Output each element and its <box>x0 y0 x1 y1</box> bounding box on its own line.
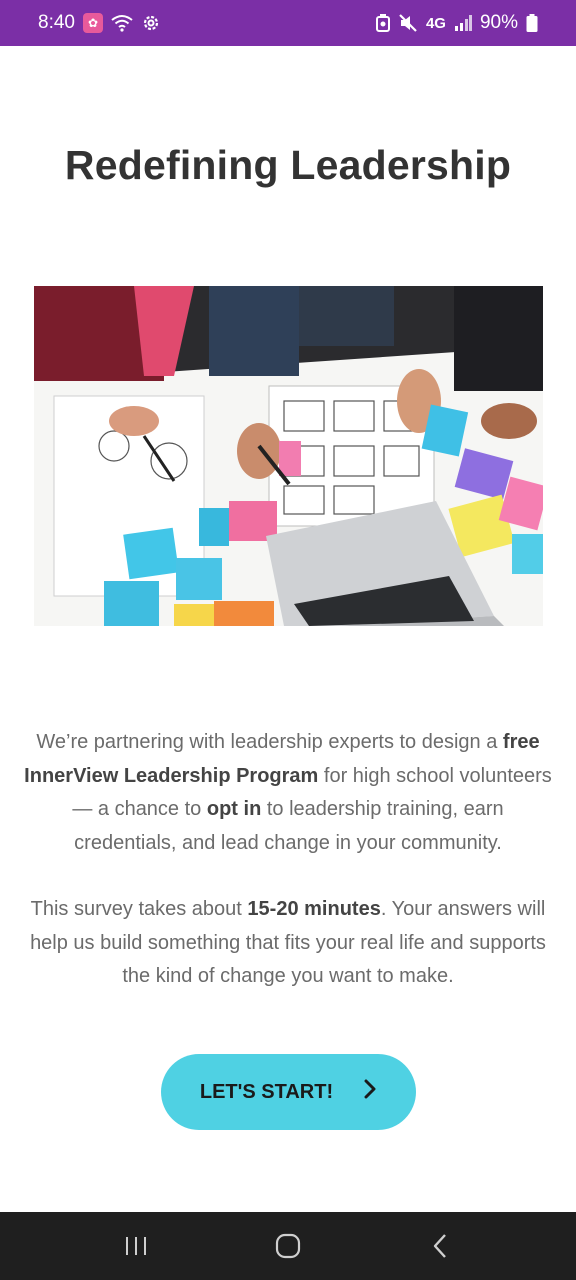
signal-icon <box>454 15 472 31</box>
battery-icon <box>526 14 538 32</box>
settings-gear-icon <box>141 13 161 33</box>
chevron-right-icon <box>363 1079 377 1105</box>
intro-paragraph-2: This survey takes about 15-20 minutes. Y… <box>30 898 546 987</box>
app-notification-icon: ✿ <box>82 13 103 33</box>
status-right: 4G 90% <box>375 12 538 34</box>
wifi-icon <box>111 14 133 32</box>
hero-image <box>34 286 543 626</box>
home-button[interactable] <box>258 1216 318 1276</box>
system-navigation-bar <box>0 1212 576 1280</box>
opt-in-text: opt in <box>206 798 262 820</box>
lets-start-button[interactable]: LET'S START! <box>161 1054 416 1130</box>
battery-percent: 90% <box>479 12 518 33</box>
status-left: 8:40 ✿ <box>38 12 161 34</box>
survey-intro-page: Redefining Leadership We’re partnering w… <box>0 46 576 1212</box>
network-type: 4G <box>425 14 446 32</box>
mute-icon <box>398 14 418 32</box>
duration-text: 15-20 minutes <box>247 898 381 920</box>
back-icon <box>433 1234 446 1258</box>
page-title: Redefining Leadership <box>64 142 512 188</box>
start-button-label: LET'S START! <box>199 1080 334 1103</box>
battery-saver-icon <box>375 14 390 32</box>
recent-apps-button[interactable] <box>106 1216 166 1276</box>
intro-paragraph-1: We’re partnering with leadership experts… <box>24 731 552 854</box>
status-time: 8:40 <box>38 12 75 33</box>
recent-apps-icon <box>126 1237 146 1255</box>
intro-text: We’re partnering with leadership experts… <box>24 726 552 994</box>
back-button[interactable] <box>410 1216 470 1276</box>
status-bar: 8:40 ✿ 4G 90% <box>0 0 576 46</box>
home-icon <box>275 1233 301 1259</box>
